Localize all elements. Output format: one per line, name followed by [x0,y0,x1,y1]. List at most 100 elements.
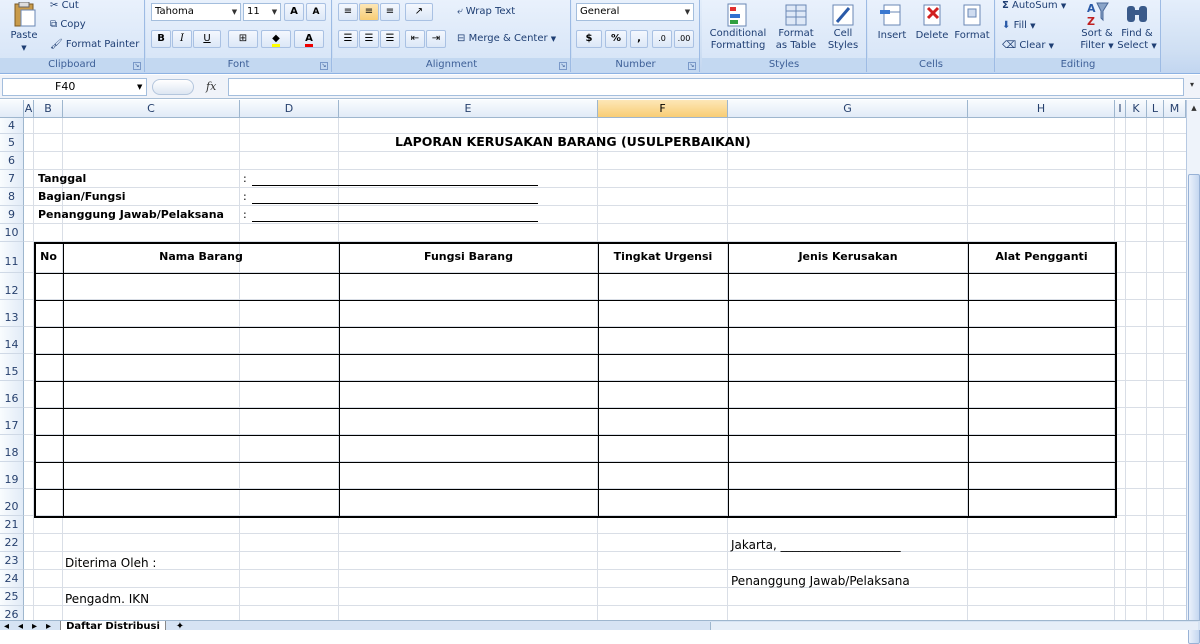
row-header-20[interactable]: 20 [0,489,24,516]
row-header-5[interactable]: 5 [0,134,24,152]
comma-button[interactable]: , [630,30,648,48]
find-select-button[interactable]: Find & Select ▼ [1116,0,1158,52]
vertical-scrollbar[interactable]: ▲ [1186,100,1200,644]
worksheet-grid[interactable]: ABCDEFGHIKLM 4 5 6 7 8 9 10 11 12 13 14 15 16 17 18 19 2… [0,100,1186,620]
number-format-combo[interactable]: General ▼ [576,3,694,21]
font-size-combo[interactable]: 11 ▼ [243,3,281,21]
row-header-25[interactable]: 25 [0,588,24,606]
column-header-g[interactable]: G [728,100,968,118]
row-header-22[interactable]: 22 [0,534,24,552]
row-header-9[interactable]: 9 [0,206,24,224]
name-box[interactable]: F40 ▼ [2,78,147,96]
increase-indent-button[interactable]: ⇥ [426,30,446,48]
dialog-launcher-icon[interactable]: ↘ [559,62,567,70]
scroll-up-icon[interactable]: ▲ [1188,102,1200,114]
paste-button[interactable]: Paste ▼ [6,2,42,52]
table-header-1: No [40,250,57,263]
tab-nav-last-icon[interactable]: ▸ [46,621,51,630]
merge-center-button[interactable]: ⊟ Merge & Center ▼ [457,33,556,45]
expand-formula-icon[interactable]: ▾ [1186,80,1198,94]
column-header-h[interactable]: H [968,100,1115,118]
row-header-11[interactable]: 11 [0,242,24,273]
column-header-e[interactable]: E [339,100,598,118]
fill-color-button[interactable]: ◆ [261,30,291,48]
align-middle-button[interactable]: ≡ [359,3,379,21]
row-header-14[interactable]: 14 [0,327,24,354]
row-header-10[interactable]: 10 [0,224,24,242]
insert-button[interactable]: Insert [872,2,912,42]
sort-filter-button[interactable]: AZ Sort & Filter ▼ [1078,0,1116,52]
scroll-thumb[interactable] [1188,174,1200,644]
row-header-16[interactable]: 16 [0,381,24,408]
font-color-button[interactable]: A [294,30,324,48]
row-header-17[interactable]: 17 [0,408,24,435]
font-name-combo[interactable]: Tahoma ▼ [151,3,241,21]
row-header-19[interactable]: 19 [0,462,24,489]
delete-button[interactable]: Delete [912,2,952,42]
select-all-corner[interactable] [0,100,24,118]
align-left-button[interactable]: ☰ [338,30,358,48]
format-cells-button[interactable]: Format [952,2,992,42]
table-border-col [968,242,969,517]
percent-button[interactable]: % [605,30,627,48]
row-header-18[interactable]: 18 [0,435,24,462]
row-header-26[interactable]: 26 [0,606,24,620]
dialog-launcher-icon[interactable]: ↘ [688,62,696,70]
column-header-f[interactable]: F [598,100,728,118]
column-header-b[interactable]: B [34,100,63,118]
formula-input[interactable] [228,78,1184,96]
row-header-4[interactable]: 4 [0,118,24,134]
format-painter-label: Format Painter [65,39,140,50]
shrink-font-button[interactable]: A [306,3,326,21]
tab-nav-first-icon[interactable]: ◂ [4,621,9,630]
grow-font-button[interactable]: A [284,3,304,21]
align-right-button[interactable]: ☰ [380,30,400,48]
insert-function-icon[interactable]: fx [206,80,216,93]
row-header-8[interactable]: 8 [0,188,24,206]
align-center-button[interactable]: ☰ [359,30,379,48]
bold-button[interactable]: B [151,30,171,48]
fill-button[interactable]: ⬇ Fill ▼ [1002,20,1036,32]
format-painter-button[interactable]: 🖌 Format Painter [50,39,139,51]
align-bottom-button[interactable]: ≡ [380,3,400,21]
horizontal-scrollbar[interactable] [710,622,1198,630]
format-as-table-button[interactable]: Format as Table [772,2,820,52]
column-header-m[interactable]: M [1164,100,1186,118]
autosum-button[interactable]: Σ AutoSum ▼ [1002,0,1066,12]
column-header-a[interactable]: A [24,100,34,118]
dialog-launcher-icon[interactable]: ↘ [320,62,328,70]
row-header-13[interactable]: 13 [0,300,24,327]
italic-button[interactable]: I [172,30,192,48]
orientation-button[interactable]: ↗ [405,3,433,21]
row-header-24[interactable]: 24 [0,570,24,588]
decrease-indent-button[interactable]: ⇤ [405,30,425,48]
clear-button[interactable]: ⌫ Clear ▼ [1002,40,1054,52]
conditional-formatting-button[interactable]: Conditional Formatting [706,2,770,52]
row-header-15[interactable]: 15 [0,354,24,381]
currency-button[interactable]: $ [576,30,602,48]
align-top-button[interactable]: ≡ [338,3,358,21]
decrease-decimal-button[interactable]: .00 [674,30,694,48]
row-header-21[interactable]: 21 [0,516,24,534]
cell-styles-button[interactable]: Cell Styles [822,2,864,52]
column-header-l[interactable]: L [1147,100,1164,118]
column-header-d[interactable]: D [240,100,339,118]
underline-button[interactable]: U [193,30,221,48]
tab-daftar-distribusi[interactable]: Daftar Distribusi [60,621,166,630]
copy-button[interactable]: ⧉ Copy [50,19,86,31]
column-header-i[interactable]: I [1115,100,1126,118]
row-header-6[interactable]: 6 [0,152,24,170]
borders-button[interactable]: ⊞ [228,30,258,48]
column-header-k[interactable]: K [1126,100,1147,118]
insert-sheet-icon[interactable]: ✦ [172,621,188,630]
column-header-c[interactable]: C [63,100,240,118]
row-header-7[interactable]: 7 [0,170,24,188]
row-header-12[interactable]: 12 [0,273,24,300]
row-header-23[interactable]: 23 [0,552,24,570]
tab-nav-next-icon[interactable]: ▸ [32,621,37,630]
dialog-launcher-icon[interactable]: ↘ [133,62,141,70]
cut-button[interactable]: ✂ Cut [50,0,79,12]
wrap-text-button[interactable]: ⤶ Wrap Text [457,6,515,18]
tab-nav-prev-icon[interactable]: ◂ [18,621,23,630]
increase-decimal-button[interactable]: .0 [652,30,672,48]
